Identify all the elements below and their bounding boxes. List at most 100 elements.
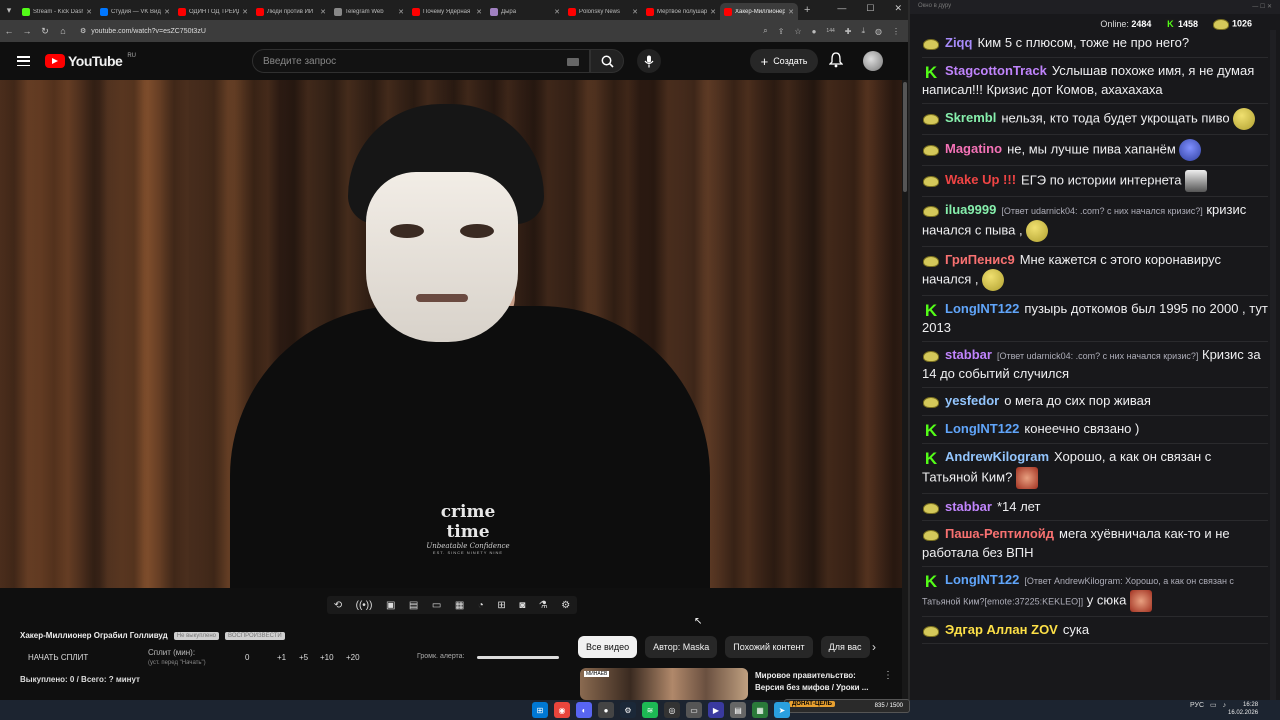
chat-username[interactable]: Skrembl <box>945 110 996 125</box>
chat-username[interactable]: stabbar <box>945 347 992 362</box>
search-button[interactable] <box>590 49 624 73</box>
guide-menu-icon[interactable] <box>17 56 30 66</box>
obs-icon[interactable]: ● <box>598 702 614 718</box>
url-field[interactable]: ⚙ youtube.com/watch?v=esZC750t3zU <box>80 27 763 36</box>
tab-close-icon[interactable]: ✕ <box>164 8 170 16</box>
taskbar-clock[interactable]: 16:28 16.02.2026 <box>1228 701 1258 717</box>
sheets-icon[interactable]: ▦ <box>752 702 768 718</box>
back-icon[interactable]: ← <box>0 26 18 36</box>
bookmark-star-icon[interactable]: ☆ <box>794 27 801 36</box>
chip-for-you[interactable]: Для вас <box>820 636 870 658</box>
chip-similar[interactable]: Похожий контент <box>725 636 813 658</box>
alert-volume-slider[interactable] <box>477 656 559 659</box>
pip-icon[interactable]: ▭ <box>432 600 441 611</box>
chat-scrollbar[interactable] <box>1270 30 1276 700</box>
browser-tab[interactable]: ОДИН ГОД ТРЕЙДИНГА✕ <box>174 3 252 20</box>
play-pill-button[interactable]: ВОСПРОИЗВЕСТИ <box>225 631 285 640</box>
minimize-icon[interactable]: — <box>837 3 846 14</box>
spotify-icon[interactable]: ≋ <box>642 702 658 718</box>
volume-icon[interactable]: ♪ <box>1223 702 1227 709</box>
tab-search-icon[interactable]: ▾ <box>0 0 18 20</box>
browser-tab[interactable]: Мертвое полушарие✕ <box>642 3 720 20</box>
language-indicator[interactable]: РУС <box>1190 702 1204 709</box>
close-icon[interactable]: ✕ <box>894 3 902 14</box>
chat-username[interactable]: AndrewKilogram <box>945 449 1049 464</box>
keyboard-icon[interactable] <box>567 58 579 66</box>
browser-tab[interactable]: Почему Ядерная ✕ <box>408 3 486 20</box>
tab-close-icon[interactable]: ✕ <box>632 8 638 16</box>
voice-search-button[interactable] <box>637 49 661 73</box>
chat-username[interactable]: Эдгар Аллан ZOV <box>945 622 1058 637</box>
chat-username[interactable]: ilua9999 <box>945 202 996 217</box>
extension-icon[interactable]: ● <box>812 27 817 36</box>
folder-icon[interactable]: ▤ <box>409 600 418 611</box>
tab-close-icon[interactable]: ✕ <box>320 8 326 16</box>
forward-icon[interactable]: → <box>18 26 36 36</box>
more-actions-icon[interactable]: ⋮ <box>883 670 893 681</box>
discord-icon[interactable]: ◐ <box>576 702 592 718</box>
app-icon[interactable]: ◎ <box>664 702 680 718</box>
cinema-icon[interactable]: ▦ <box>455 600 464 611</box>
puzzle-icon[interactable]: ✚ <box>845 27 852 36</box>
chat-username[interactable]: LongINT122 <box>945 572 1019 587</box>
screenshot-icon[interactable]: ◙ <box>519 600 525 611</box>
reload-icon[interactable]: ↻ <box>36 26 54 37</box>
broadcast-icon[interactable]: ((•)) <box>356 600 373 611</box>
home-icon[interactable]: ⌂ <box>54 26 72 36</box>
tab-close-icon[interactable]: ✕ <box>398 8 404 16</box>
tab-close-icon[interactable]: ✕ <box>476 8 482 16</box>
chat-username[interactable]: Паша-Рептилойд <box>945 526 1054 541</box>
maximize-icon[interactable]: ☐ <box>866 3 874 14</box>
player-icon[interactable]: ▶ <box>708 702 724 718</box>
telegram-icon[interactable]: ➤ <box>774 702 790 718</box>
recommended-title[interactable]: Мировое правительство: Версия без мифов … <box>755 670 880 694</box>
gamepad-icon[interactable]: ▭ <box>686 702 702 718</box>
split-value[interactable]: 0 <box>245 653 249 662</box>
add-screen-icon[interactable]: ⊞ <box>497 600 505 611</box>
increment-1-button[interactable]: +1 <box>277 653 286 662</box>
extension-badge[interactable]: 144 <box>826 28 834 34</box>
chat-username[interactable]: LongINT122 <box>945 301 1019 316</box>
browser-tab[interactable]: Дыра ✕ <box>486 3 564 20</box>
loop-icon[interactable]: ⟲ <box>334 600 342 611</box>
steam-icon[interactable]: ⚙ <box>620 702 636 718</box>
profile-icon[interactable]: ◍ <box>875 27 882 36</box>
tab-close-icon[interactable]: ✕ <box>242 8 248 16</box>
notifications-button[interactable] <box>828 52 844 73</box>
search-input[interactable]: Введите запрос <box>252 49 590 73</box>
increment-20-button[interactable]: +20 <box>346 653 360 662</box>
chat-username[interactable]: ГриПенис9 <box>945 252 1015 267</box>
browser-tab[interactable]: Студия — VK Видео✕ <box>96 3 174 20</box>
chat-username[interactable]: Magatino <box>945 141 1002 156</box>
chat-username[interactable]: LongINT122 <box>945 421 1019 436</box>
chrome-icon[interactable]: ◉ <box>554 702 570 718</box>
chip-author[interactable]: Автор: Maska <box>645 636 718 658</box>
browser-tab[interactable]: Люди против ИИ ✕ <box>252 3 330 20</box>
chat-window-controls[interactable]: — ☐ ✕ <box>1252 3 1272 11</box>
youtube-logo[interactable]: YouTube RU <box>45 53 136 69</box>
start-icon[interactable]: ⊞ <box>532 702 548 718</box>
menu-kebab-icon[interactable]: ⋮ <box>892 27 900 36</box>
page-scrollbar-thumb[interactable] <box>903 82 907 192</box>
increment-5-button[interactable]: +5 <box>299 653 308 662</box>
increment-10-button[interactable]: +10 <box>320 653 334 662</box>
download-icon[interactable]: ⤓ <box>861 26 865 36</box>
chat-username[interactable]: yesfedor <box>945 393 999 408</box>
chevron-right-icon[interactable]: › <box>872 640 876 654</box>
tab-close-icon[interactable]: ✕ <box>788 8 794 16</box>
tab-close-icon[interactable]: ✕ <box>710 8 716 16</box>
settings-gear-icon[interactable]: ⚙ <box>561 600 570 611</box>
screen-share-icon[interactable]: ▣ <box>386 600 395 611</box>
speed-icon[interactable]: ◔ <box>478 600 484 611</box>
tab-close-icon[interactable]: ✕ <box>554 8 560 16</box>
account-avatar[interactable] <box>863 51 883 71</box>
video-player[interactable]: crime time Unbeatable Confidence EST. SI… <box>0 80 902 588</box>
network-icon[interactable]: ▭ <box>1210 701 1217 709</box>
browser-tab[interactable]: Хакер-Миллионер ✕ <box>720 3 798 20</box>
start-split-button[interactable]: НАЧАТЬ СПЛИТ <box>28 653 88 662</box>
browser-tab[interactable]: Stream - Kick Dashboard✕ <box>18 3 96 20</box>
tab-close-icon[interactable]: ✕ <box>86 8 92 16</box>
files-icon[interactable]: ▤ <box>730 702 746 718</box>
share-icon[interactable]: ⇪ <box>778 27 785 36</box>
flask-icon[interactable]: ⚗ <box>539 600 548 611</box>
